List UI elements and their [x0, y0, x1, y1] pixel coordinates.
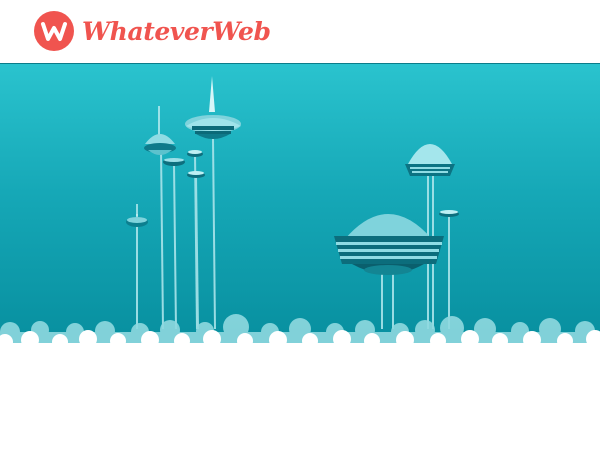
needle-tower [144, 106, 176, 155]
home-logo-link[interactable]: WhateverWeb [34, 11, 271, 51]
site-header: WhateverWeb [0, 0, 600, 63]
hero-banner [0, 63, 600, 349]
whateverweb-logo-icon [34, 11, 74, 51]
dome-pod [405, 144, 455, 176]
small-pod-tower [126, 204, 148, 227]
spire-tower [185, 76, 241, 139]
sky-city-illustration [0, 76, 600, 349]
brand-name: WhateverWeb [82, 16, 271, 46]
